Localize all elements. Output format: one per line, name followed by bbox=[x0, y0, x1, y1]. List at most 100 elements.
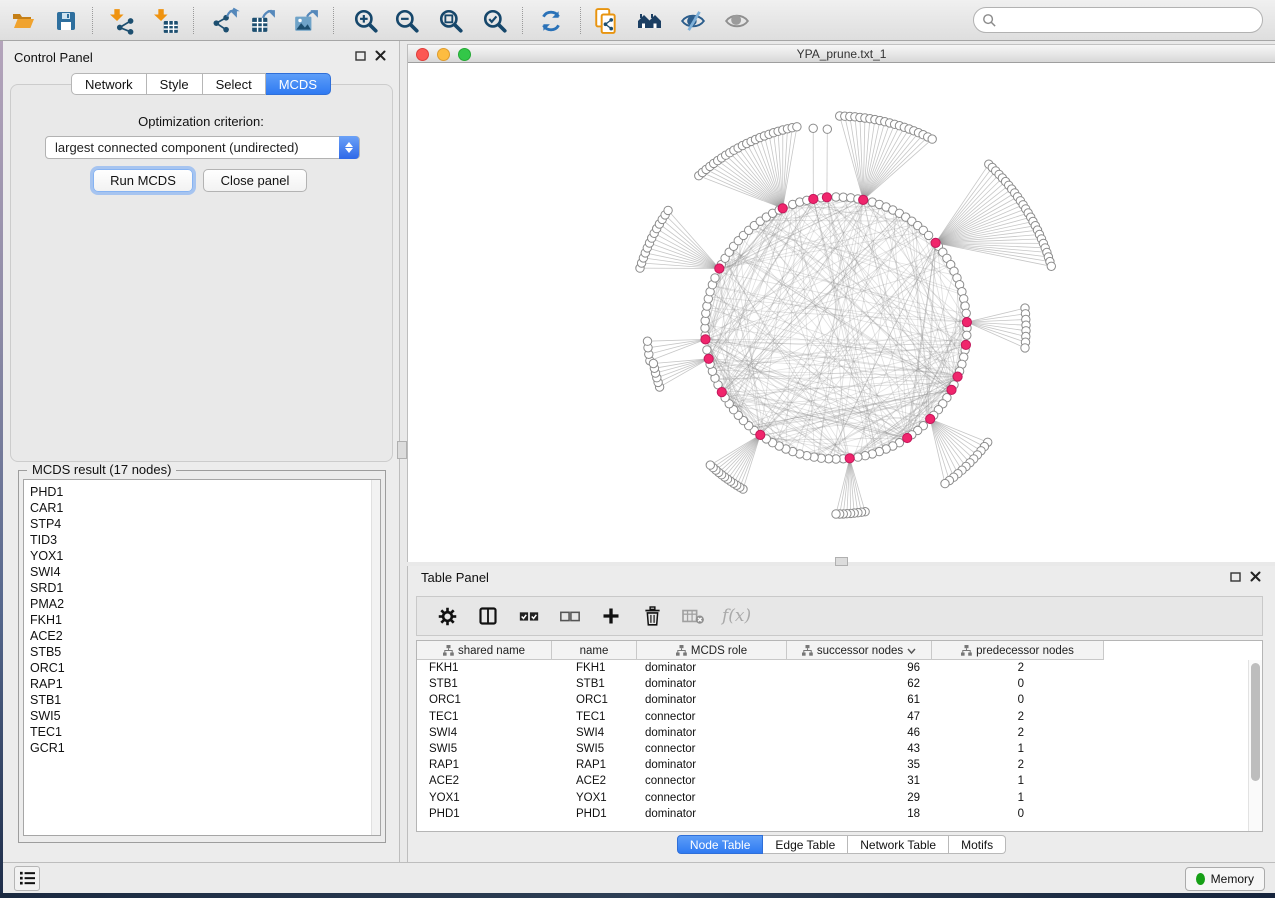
export-network-button[interactable] bbox=[210, 6, 240, 36]
delete-table-button-disabled[interactable] bbox=[681, 604, 705, 628]
mcds-result-item[interactable]: TEC1 bbox=[30, 724, 380, 740]
search-input[interactable] bbox=[997, 10, 1262, 30]
network-mcds-node[interactable] bbox=[756, 430, 765, 439]
select-all-rows-button[interactable] bbox=[517, 604, 541, 628]
network-leaf-node[interactable] bbox=[832, 510, 840, 518]
column-header-shared-name[interactable]: shared name bbox=[417, 641, 552, 660]
network-leaf-node[interactable] bbox=[823, 125, 831, 133]
network-mcds-node[interactable] bbox=[961, 340, 970, 349]
column-header-predecessor-nodes[interactable]: predecessor nodes bbox=[932, 641, 1104, 660]
table-row[interactable]: YOX1YOX1connector291 bbox=[417, 790, 1248, 806]
mcds-result-item[interactable]: ACE2 bbox=[30, 628, 380, 644]
table-settings-button[interactable] bbox=[435, 604, 459, 628]
run-mcds-button[interactable]: Run MCDS bbox=[93, 169, 193, 192]
network-mcds-node[interactable] bbox=[953, 372, 962, 381]
mcds-result-item[interactable]: STB5 bbox=[30, 644, 380, 660]
toggle-graphics-details-button[interactable] bbox=[678, 6, 708, 36]
first-neighbors-button[interactable] bbox=[635, 6, 665, 36]
tab-node-table[interactable]: Node Table bbox=[677, 835, 764, 854]
export-table-button[interactable] bbox=[248, 6, 278, 36]
tab-mcds[interactable]: MCDS bbox=[266, 73, 331, 95]
network-mcds-node[interactable] bbox=[717, 388, 726, 397]
table-row[interactable]: SWI5SWI5connector431 bbox=[417, 741, 1248, 757]
float-panel-icon[interactable] bbox=[355, 51, 366, 61]
optimization-criterion-select[interactable]: largest connected component (undirected) bbox=[45, 136, 360, 159]
network-leaf-node[interactable] bbox=[664, 206, 672, 214]
mcds-result-item[interactable]: YOX1 bbox=[30, 548, 380, 564]
horizontal-splitter-handle[interactable] bbox=[835, 557, 848, 566]
zoom-out-button[interactable] bbox=[392, 6, 422, 36]
table-row[interactable]: ORC1ORC1dominator610 bbox=[417, 692, 1248, 708]
new-network-from-selection-button[interactable] bbox=[591, 6, 621, 36]
table-row[interactable]: STB1STB1dominator620 bbox=[417, 676, 1248, 692]
network-node[interactable] bbox=[854, 453, 862, 461]
table-row[interactable]: ACE2ACE2connector311 bbox=[417, 773, 1248, 789]
network-node[interactable] bbox=[962, 309, 970, 317]
mcds-result-item[interactable]: ORC1 bbox=[30, 660, 380, 676]
mcds-result-item[interactable]: RAP1 bbox=[30, 676, 380, 692]
network-mcds-node[interactable] bbox=[822, 193, 831, 202]
network-node[interactable] bbox=[924, 231, 932, 239]
column-header-successor-nodes[interactable]: successor nodes bbox=[787, 641, 932, 660]
mcds-result-item[interactable]: STP4 bbox=[30, 516, 380, 532]
table-row[interactable]: TEC1TEC1connector472 bbox=[417, 709, 1248, 725]
mcds-result-item[interactable]: FKH1 bbox=[30, 612, 380, 628]
network-mcds-node[interactable] bbox=[778, 204, 787, 213]
network-leaf-node[interactable] bbox=[941, 479, 949, 487]
table-row[interactable]: FKH1FKH1dominator962 bbox=[417, 660, 1248, 676]
tab-network-table[interactable]: Network Table bbox=[848, 835, 949, 854]
network-leaf-node[interactable] bbox=[649, 359, 657, 367]
close-panel-icon[interactable] bbox=[1250, 571, 1261, 582]
network-node[interactable] bbox=[963, 331, 971, 339]
show-details-button-disabled[interactable] bbox=[722, 6, 752, 36]
table-row[interactable]: RAP1RAP1dominator352 bbox=[417, 757, 1248, 773]
network-mcds-node[interactable] bbox=[947, 385, 956, 394]
network-leaf-node[interactable] bbox=[706, 461, 714, 469]
network-leaf-node[interactable] bbox=[643, 337, 651, 345]
tab-edge-table[interactable]: Edge Table bbox=[763, 835, 848, 854]
close-panel-icon[interactable] bbox=[375, 50, 386, 61]
mcds-list-scrollbar[interactable] bbox=[371, 480, 380, 835]
mcds-result-item[interactable]: STB1 bbox=[30, 692, 380, 708]
network-node[interactable] bbox=[703, 346, 711, 354]
tab-network[interactable]: Network bbox=[71, 73, 147, 95]
show-columns-button[interactable] bbox=[476, 604, 500, 628]
vertical-splitter-handle[interactable] bbox=[397, 441, 407, 459]
network-mcds-node[interactable] bbox=[715, 264, 724, 273]
network-mcds-node[interactable] bbox=[859, 195, 868, 204]
task-history-button[interactable] bbox=[14, 866, 40, 891]
mcds-result-item[interactable]: SWI4 bbox=[30, 564, 380, 580]
export-image-button[interactable] bbox=[291, 6, 321, 36]
refresh-button[interactable] bbox=[536, 6, 566, 36]
network-node[interactable] bbox=[711, 274, 719, 282]
zoom-in-button[interactable] bbox=[351, 6, 381, 36]
network-mcds-node[interactable] bbox=[903, 433, 912, 442]
close-panel-button[interactable]: Close panel bbox=[203, 169, 307, 192]
network-mcds-node[interactable] bbox=[926, 414, 935, 423]
network-leaf-node[interactable] bbox=[1021, 344, 1029, 352]
network-canvas[interactable] bbox=[408, 63, 1275, 562]
table-row[interactable]: SWI4SWI4dominator462 bbox=[417, 725, 1248, 741]
function-builder-button-disabled[interactable]: f(x) bbox=[722, 604, 751, 628]
network-leaf-node[interactable] bbox=[793, 123, 801, 131]
network-mcds-node[interactable] bbox=[931, 238, 940, 247]
table-scrollbar[interactable] bbox=[1248, 660, 1262, 831]
mcds-result-item[interactable]: SRD1 bbox=[30, 580, 380, 596]
mcds-result-item[interactable]: PHD1 bbox=[30, 484, 380, 500]
network-leaf-node[interactable] bbox=[928, 135, 936, 143]
table-scrollbar-thumb[interactable] bbox=[1251, 663, 1260, 781]
import-table-button[interactable] bbox=[152, 6, 182, 36]
network-mcds-node[interactable] bbox=[701, 335, 710, 344]
zoom-fit-button[interactable] bbox=[436, 6, 466, 36]
mcds-result-item[interactable]: CAR1 bbox=[30, 500, 380, 516]
column-header-name[interactable]: name bbox=[552, 641, 637, 660]
delete-column-button[interactable] bbox=[640, 604, 664, 628]
column-header-mcds-role[interactable]: MCDS role bbox=[637, 641, 787, 660]
network-leaf-node[interactable] bbox=[809, 124, 817, 132]
add-column-button[interactable] bbox=[599, 604, 623, 628]
memory-button[interactable]: Memory bbox=[1185, 867, 1265, 891]
network-mcds-node[interactable] bbox=[845, 454, 854, 463]
tab-select[interactable]: Select bbox=[203, 73, 266, 95]
deselect-all-rows-button[interactable] bbox=[558, 604, 582, 628]
mcds-result-item[interactable]: SWI5 bbox=[30, 708, 380, 724]
